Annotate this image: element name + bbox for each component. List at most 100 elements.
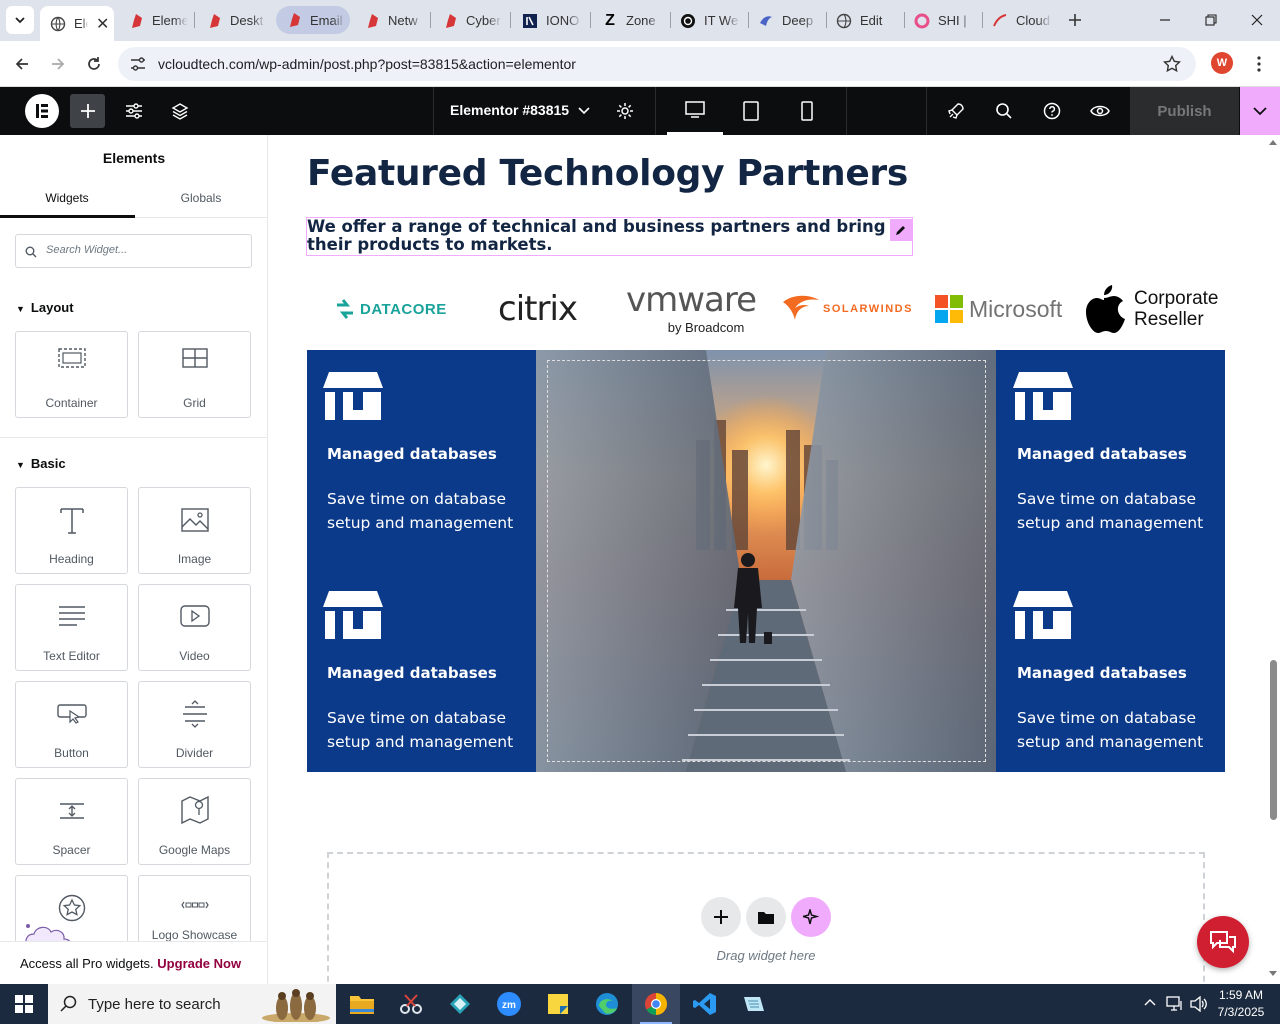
browser-tab[interactable]: Netw — [354, 6, 428, 35]
minimize-button[interactable] — [1142, 0, 1188, 40]
profile-avatar[interactable]: W — [1211, 52, 1233, 74]
scrollbar-thumb[interactable] — [1270, 660, 1277, 820]
mobile-view-button[interactable] — [779, 87, 835, 135]
tab-globals[interactable]: Globals — [134, 191, 267, 205]
browser-tab[interactable]: Eleme — [118, 6, 192, 35]
system-clock[interactable]: 1:59 AM 7/3/2025 — [1208, 987, 1274, 1021]
browser-tab[interactable]: Z Zone — [592, 6, 668, 35]
browser-tab[interactable]: Deep — [748, 6, 826, 35]
network-icon[interactable] — [1166, 996, 1184, 1012]
tab-label: Cloud — [1016, 13, 1050, 28]
datacore-wordmark: DATACORE — [360, 300, 447, 318]
publish-options-button[interactable] — [1240, 87, 1280, 135]
widget-grid[interactable]: Grid — [138, 331, 251, 418]
feature-card[interactable]: Managed databases Save time on database … — [307, 350, 535, 553]
page-heading[interactable]: Featured Technology Partners — [307, 153, 908, 194]
structure-button[interactable] — [164, 87, 196, 135]
elementor-logo-button[interactable] — [24, 87, 60, 135]
reload-button[interactable] — [79, 49, 109, 79]
document-title[interactable]: Elementor #83815 — [450, 102, 569, 118]
divider-icon — [182, 700, 207, 728]
vscode-app[interactable] — [681, 984, 729, 1024]
restore-button[interactable] — [1188, 0, 1234, 40]
taskbar-search-box[interactable]: Type here to search — [48, 984, 336, 1024]
widget-search-input[interactable]: Search Widget... — [15, 234, 252, 268]
widget-button[interactable]: Button — [15, 681, 128, 768]
tab-search-button[interactable] — [6, 6, 34, 34]
widget-container[interactable]: Container — [15, 331, 128, 418]
widget-heading[interactable]: Heading — [15, 487, 128, 574]
chevron-up-icon[interactable] — [1144, 998, 1156, 1006]
help-button[interactable] — [1036, 87, 1068, 135]
notepad-app[interactable] — [730, 984, 778, 1024]
layout-section-toggle[interactable]: ▼ Layout — [16, 300, 74, 315]
notifications-button[interactable] — [940, 87, 972, 135]
publish-button[interactable]: Publish — [1130, 87, 1239, 135]
browser-tab[interactable]: SHI | — [904, 6, 980, 35]
browser-tab-highlighted[interactable]: Email — [276, 6, 350, 34]
search-icon — [25, 246, 37, 258]
chat-widget-button[interactable] — [1197, 916, 1249, 968]
back-button[interactable] — [7, 49, 37, 79]
card-text: Save time on database setup and manageme… — [1017, 709, 1204, 751]
tablet-view-button[interactable] — [723, 87, 779, 135]
close-window-button[interactable] — [1234, 0, 1280, 40]
add-section-dropzone[interactable]: Drag widget here — [327, 852, 1205, 984]
browser-tab-elementor-active[interactable]: Ele ✕ — [40, 6, 114, 41]
file-explorer-app[interactable] — [338, 984, 386, 1024]
add-template-button[interactable] — [746, 897, 786, 937]
start-button[interactable] — [0, 984, 48, 1024]
feature-card[interactable]: Managed databases Save time on database … — [997, 350, 1225, 553]
page-settings-button[interactable] — [608, 87, 642, 135]
volume-icon[interactable] — [1190, 996, 1208, 1012]
tab-widgets[interactable]: Widgets — [0, 191, 134, 205]
new-tab-button[interactable] — [1061, 6, 1089, 34]
add-section-button[interactable] — [701, 897, 741, 937]
storefront-icon — [323, 372, 383, 420]
widget-video[interactable]: Video — [138, 584, 251, 671]
widget-text-editor[interactable]: Text Editor — [15, 584, 128, 671]
feature-card[interactable]: Managed databases Save time on database … — [307, 569, 535, 772]
add-element-button[interactable] — [70, 94, 105, 128]
app-diamond[interactable] — [436, 984, 484, 1024]
canvas-scrollbar[interactable] — [1266, 135, 1280, 984]
snipping-tool-app[interactable] — [387, 984, 435, 1024]
ai-generate-button[interactable] — [791, 897, 831, 937]
document-menu-toggle[interactable] — [574, 87, 594, 135]
desktop-view-button[interactable] — [667, 87, 723, 135]
page-subheading[interactable]: We offer a range of technical and busine… — [306, 217, 913, 256]
edit-widget-button[interactable] — [890, 219, 912, 241]
omnibox[interactable]: vcloudtech.com/wp-admin/post.php?post=83… — [118, 47, 1196, 81]
zoom-app[interactable]: zm — [485, 984, 533, 1024]
browser-tab[interactable]: Edit — [826, 6, 904, 35]
browser-tab[interactable]: Deskt — [196, 6, 270, 35]
bookmark-star-icon[interactable] — [1163, 55, 1181, 73]
browser-tab[interactable]: Cloud — [982, 6, 1060, 35]
rocket-icon — [948, 103, 964, 119]
elementor-red-icon — [442, 13, 458, 29]
help-icon — [1043, 102, 1061, 120]
browser-tab[interactable]: IONO — [512, 6, 588, 35]
feature-card[interactable]: Managed databases Save time on database … — [997, 569, 1225, 772]
solarwinds-flame-icon — [783, 295, 819, 320]
site-settings-button[interactable] — [118, 87, 150, 135]
widget-divider[interactable]: Divider — [138, 681, 251, 768]
basic-section-toggle[interactable]: ▼ Basic — [16, 456, 66, 471]
site-info-icon[interactable] — [130, 57, 146, 71]
browser-menu-button[interactable] — [1244, 49, 1274, 79]
chrome-app[interactable] — [632, 984, 680, 1024]
widget-google-maps[interactable]: Google Maps — [138, 778, 251, 865]
edge-app[interactable] — [583, 984, 631, 1024]
browser-tab[interactable]: Cyber — [432, 6, 508, 35]
widget-spacer[interactable]: Spacer — [15, 778, 128, 865]
forward-button[interactable] — [43, 49, 73, 79]
finder-button[interactable] — [988, 87, 1020, 135]
address-bar-row: vcloudtech.com/wp-admin/post.php?post=83… — [0, 41, 1280, 87]
sticky-notes-app[interactable] — [534, 984, 582, 1024]
restore-icon — [1205, 14, 1217, 26]
upgrade-now-link[interactable]: Upgrade Now — [157, 956, 241, 971]
close-tab-icon[interactable]: ✕ — [96, 14, 109, 34]
preview-button[interactable] — [1084, 87, 1116, 135]
browser-tab[interactable]: IT We — [670, 6, 748, 35]
widget-image[interactable]: Image — [138, 487, 251, 574]
